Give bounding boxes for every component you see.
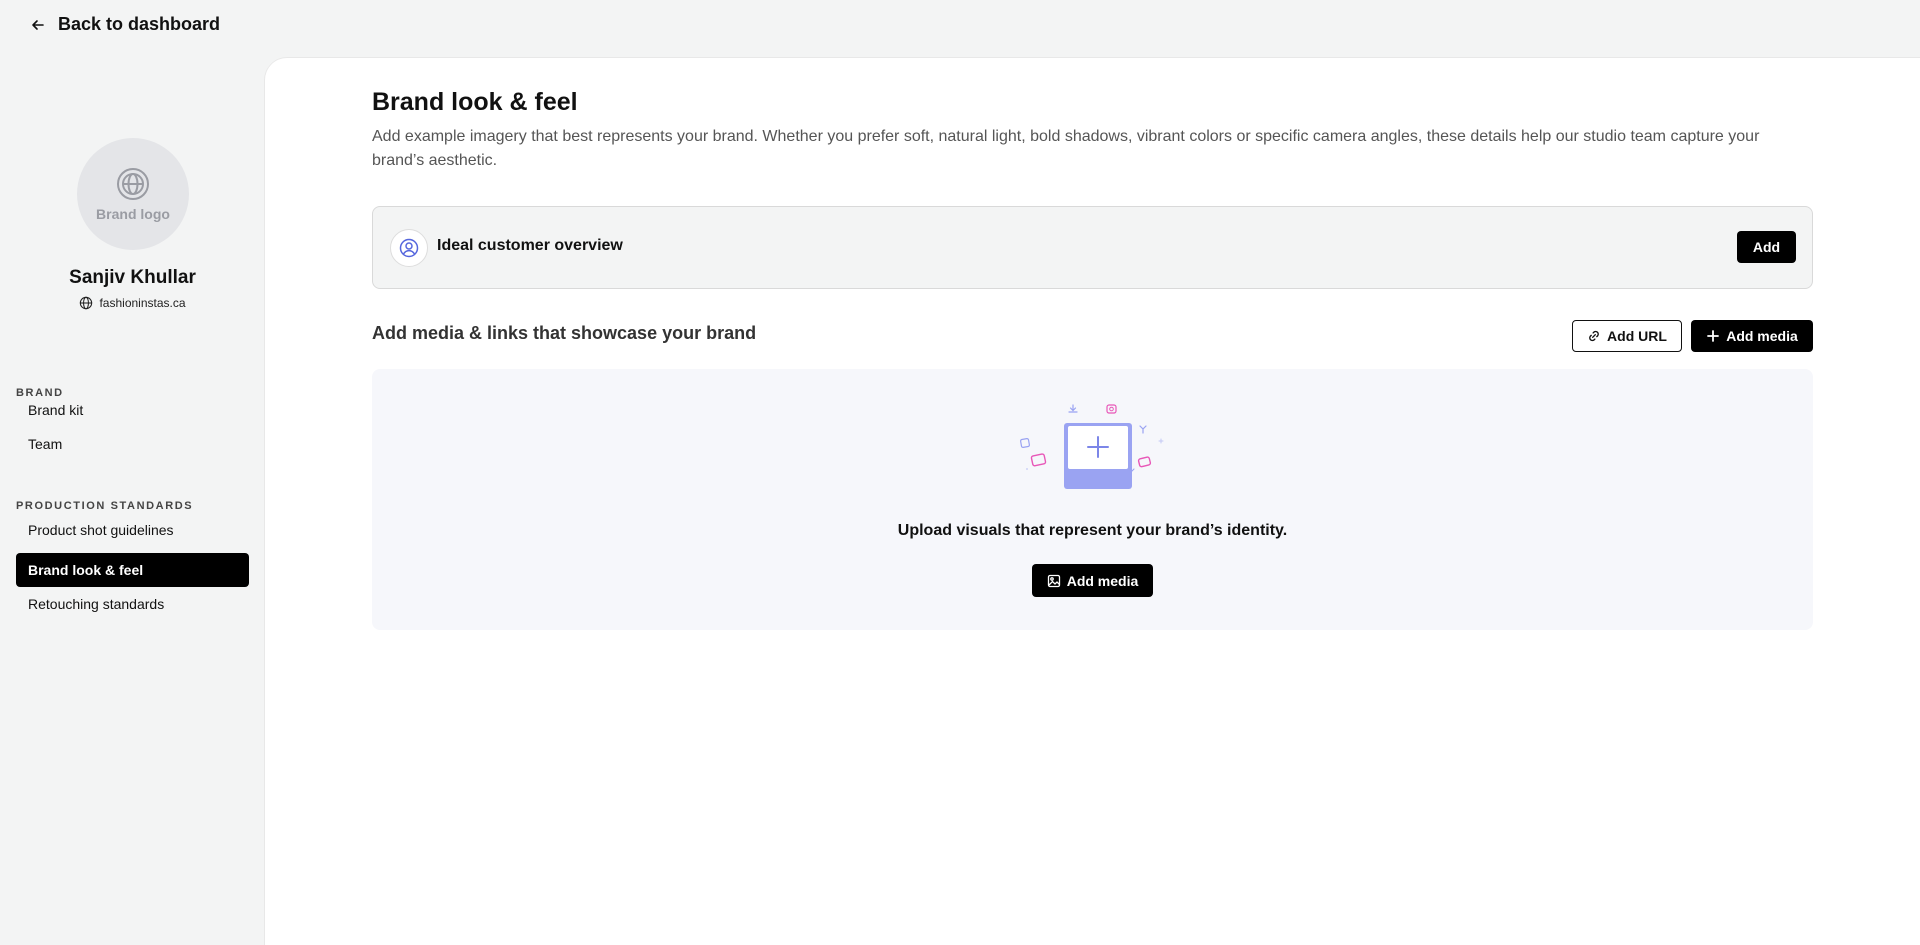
- add-url-button[interactable]: Add URL: [1572, 320, 1682, 352]
- sidebar-item-product-shot-guidelines[interactable]: Product shot guidelines: [16, 513, 249, 547]
- sidebar-item-team[interactable]: Team: [16, 427, 249, 461]
- sidebar-item-label: Team: [28, 436, 63, 452]
- globe-icon: [80, 296, 93, 310]
- arrow-left-icon: [32, 19, 44, 30]
- upload-dropzone[interactable]: Upload visuals that represent your brand…: [372, 369, 1813, 630]
- profile-name: Sanjiv Khullar: [69, 267, 196, 288]
- add-media-button[interactable]: Add media: [1691, 320, 1813, 352]
- page-title: Brand look & feel: [372, 88, 578, 116]
- upload-illustration-icon: [1020, 404, 1164, 489]
- sidebar-item-label: Product shot guidelines: [28, 522, 174, 538]
- sidebar-item-brand-look-and-feel[interactable]: Brand look & feel: [16, 553, 249, 587]
- back-to-dashboard-link[interactable]: Back to dashboard: [30, 14, 220, 35]
- link-icon: [1589, 330, 1599, 342]
- section-label-production-standards: PRODUCTION STANDARDS: [16, 500, 194, 512]
- upload-add-media-label: Add media: [1066, 572, 1139, 589]
- globe-icon: [117, 168, 149, 200]
- sidebar-item-brand-kit[interactable]: Brand kit: [16, 393, 249, 427]
- media-section-heading: Add media & links that showcase your bra…: [372, 323, 757, 343]
- back-label: Back to dashboard: [58, 14, 221, 34]
- ideal-customer-title: Ideal customer overview: [437, 237, 623, 254]
- upload-add-media-button[interactable]: Add media: [1032, 564, 1153, 597]
- sidebar: Brand logo Sanjiv Khullar fashioninstas.…: [0, 58, 265, 945]
- sidebar-item-label: Brand look & feel: [28, 562, 144, 578]
- user-circle-icon: [390, 229, 428, 267]
- brand-logo-placeholder[interactable]: Brand logo: [77, 138, 189, 250]
- plus-icon: [1707, 330, 1720, 342]
- page-description: Add example imagery that best represents…: [372, 128, 1760, 169]
- brand-logo-text: Brand logo: [96, 206, 170, 222]
- image-icon: [1047, 574, 1060, 587]
- add-url-label: Add URL: [1607, 328, 1667, 344]
- ideal-customer-card: Ideal customer overview Add: [372, 206, 1813, 289]
- sidebar-item-label: Brand kit: [28, 402, 84, 418]
- sidebar-item-label: Retouching standards: [28, 596, 165, 612]
- add-customer-button[interactable]: Add: [1737, 231, 1796, 263]
- upload-prompt-text: Upload visuals that represent your brand…: [897, 522, 1288, 539]
- profile-website: fashioninstas.ca: [0, 296, 265, 310]
- sidebar-item-retouching-standards[interactable]: Retouching standards: [16, 587, 249, 621]
- main-panel: Brand look & feel Add example imagery th…: [265, 58, 1920, 945]
- add-media-label: Add media: [1726, 328, 1798, 344]
- website-text: fashioninstas.ca: [99, 296, 186, 310]
